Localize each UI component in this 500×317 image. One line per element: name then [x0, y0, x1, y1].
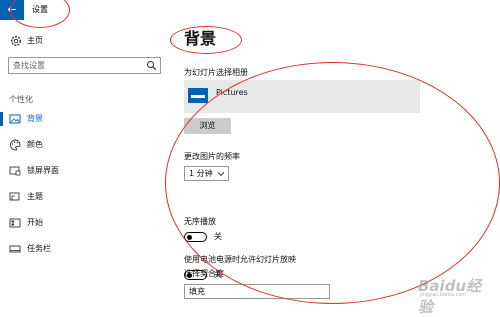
toggle-knob: [187, 234, 192, 240]
start-icon: [9, 218, 21, 228]
active-indicator: [0, 112, 3, 126]
sidebar-item-lock-screen[interactable]: 锁屏界面: [0, 162, 170, 180]
back-arrow-icon: ←: [7, 3, 17, 16]
browse-button[interactable]: 浏览: [184, 118, 231, 134]
sidebar-item-label: 主题: [27, 192, 43, 201]
sidebar-item-label: 颜色: [27, 140, 43, 149]
album-selector[interactable]: Pictures: [184, 80, 420, 113]
app-title: 设置: [32, 5, 48, 14]
sidebar-item-label: 开始: [27, 218, 43, 227]
section-label: 个性化: [9, 95, 33, 104]
sidebar-item-taskbar[interactable]: 任务栏: [0, 240, 170, 258]
picture-icon: [9, 114, 21, 124]
folder-picture-icon: [188, 88, 208, 103]
album-name: Pictures: [216, 88, 248, 97]
sidebar: 主页 个性化 背景 颜色 锁屏界面: [0, 20, 170, 305]
album-section-label: 为幻灯片选择相册: [184, 68, 248, 77]
sidebar-item-home[interactable]: 主页: [0, 32, 170, 50]
fit-dropdown[interactable]: 填充: [184, 284, 330, 299]
sidebar-item-background[interactable]: 背景: [0, 110, 170, 128]
sidebar-item-colors[interactable]: 颜色: [0, 136, 170, 154]
frequency-label: 更改图片的频率: [184, 152, 240, 161]
search-box[interactable]: [8, 57, 161, 74]
fit-label: 选择契合度: [184, 269, 224, 278]
lock-screen-icon: [9, 166, 21, 176]
frequency-dropdown[interactable]: 1 分钟: [184, 166, 229, 181]
frequency-value: 1 分钟: [189, 169, 213, 178]
search-input[interactable]: [13, 59, 143, 72]
sidebar-item-themes[interactable]: 主题: [0, 188, 170, 206]
gear-icon: [10, 35, 22, 47]
chevron-down-icon: [217, 172, 225, 177]
sidebar-item-start[interactable]: 开始: [0, 214, 170, 232]
main-content: 背景 为幻灯片选择相册 Pictures 浏览 更改图片的频率 1 分钟 无序播…: [170, 20, 500, 305]
shuffle-state: 关: [214, 232, 222, 241]
sidebar-item-label: 主页: [27, 36, 43, 45]
search-icon: [147, 61, 157, 71]
title-bar: ← 设置: [0, 0, 500, 20]
fit-value: 填充: [189, 287, 205, 296]
battery-slideshow-label: 使用电池电源时允许幻灯片放映: [184, 255, 296, 264]
sidebar-item-label: 锁屏界面: [27, 166, 59, 175]
sidebar-item-label: 任务栏: [27, 244, 51, 253]
shuffle-toggle[interactable]: [184, 232, 207, 242]
sidebar-item-label: 背景: [27, 114, 43, 123]
palette-icon: [10, 139, 21, 151]
watermark-logo: Baidu经验 jingyan.baidu.com: [418, 275, 496, 316]
theme-icon: [9, 192, 20, 201]
back-button[interactable]: ←: [0, 0, 24, 20]
shuffle-label: 无序播放: [184, 217, 216, 226]
taskbar-icon: [9, 245, 21, 253]
watermark-subtext: jingyan.baidu.com: [420, 292, 467, 298]
page-title: 背景: [184, 29, 217, 48]
